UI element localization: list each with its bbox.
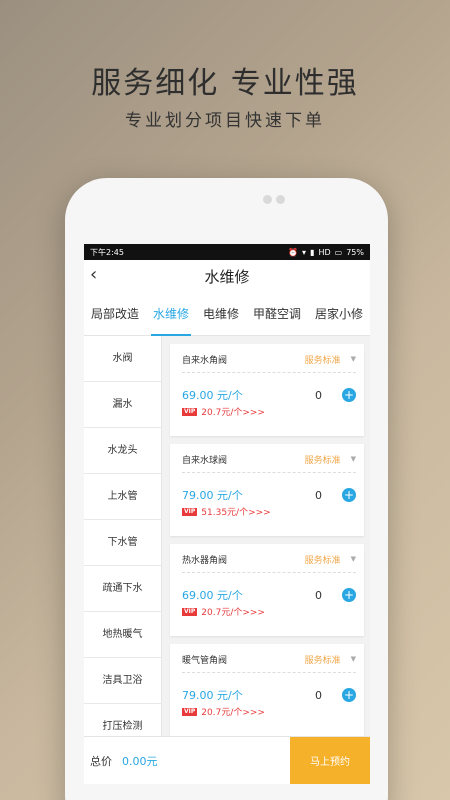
tab-local-renovation[interactable]: 局部改造 bbox=[91, 292, 139, 336]
category-tabs: 局部改造 水维修 电维修 甲醛空调 居家小修 bbox=[84, 292, 370, 336]
battery-level: 75% bbox=[346, 247, 364, 257]
promo-subline: 专业划分项目快速下单 bbox=[125, 111, 325, 131]
vip-badge: VIP bbox=[182, 507, 198, 516]
title-bar: ‹ 水维修 bbox=[84, 260, 370, 292]
sidebar-item-unclog-drain[interactable]: 疏通下水 bbox=[84, 566, 161, 612]
network-label: HD bbox=[318, 247, 331, 257]
chevron-down-icon: ▼ bbox=[350, 655, 356, 663]
service-card: 暖气管角阀 服务标准 ▼ 79.00 元/个 0 + VIP 20.7元/个>>… bbox=[170, 644, 364, 736]
quantity-value: 0 bbox=[315, 388, 322, 402]
vip-badge: VIP bbox=[182, 707, 198, 716]
tab-water-repair[interactable]: 水维修 bbox=[150, 292, 192, 336]
service-name: 自来水角阀 bbox=[182, 355, 228, 366]
promo-headline: 服务细化 专业性强 bbox=[91, 66, 359, 101]
checkout-bar: 总价 0.00元 马上预约 bbox=[84, 736, 370, 784]
service-standard-label: 服务标准 bbox=[304, 655, 341, 666]
service-price: 79.00 元/个 bbox=[182, 489, 243, 502]
service-name: 暖气管角阀 bbox=[182, 655, 228, 666]
chevron-left-icon[interactable]: ‹ bbox=[90, 264, 97, 285]
add-quantity-button[interactable]: + bbox=[342, 488, 356, 502]
service-name: 热水器角阀 bbox=[182, 555, 228, 566]
service-price: 69.00 元/个 bbox=[182, 389, 243, 402]
total-label: 总价 bbox=[90, 754, 112, 768]
chevron-down-icon: ▼ bbox=[350, 455, 356, 463]
service-standard-toggle[interactable]: 服务标准 ▼ bbox=[305, 453, 356, 466]
vip-price-link[interactable]: 20.7元/个>>> bbox=[201, 705, 265, 718]
quantity-value: 0 bbox=[315, 588, 322, 602]
divider bbox=[182, 372, 356, 373]
service-card: 热水器角阀 服务标准 ▼ 69.00 元/个 0 + VIP 20.7元/个>>… bbox=[170, 544, 364, 636]
sidebar-item-sanitary[interactable]: 洁具卫浴 bbox=[84, 658, 161, 704]
book-now-button[interactable]: 马上预约 bbox=[290, 736, 370, 784]
status-icons: ⏰ ▾ ▮ HD ▭ 75% bbox=[288, 248, 364, 257]
service-list: 自来水角阀 服务标准 ▼ 69.00 元/个 0 + VIP 20.7元/个>>… bbox=[162, 336, 370, 740]
alarm-icon: ⏰ bbox=[288, 247, 299, 257]
vip-badge: VIP bbox=[182, 407, 198, 416]
service-standard-label: 服务标准 bbox=[304, 355, 341, 366]
tab-electric-repair[interactable]: 电维修 bbox=[203, 292, 239, 336]
vip-price-link[interactable]: 51.35元/个>>> bbox=[201, 505, 270, 518]
tab-home-repair[interactable]: 居家小修 bbox=[315, 292, 363, 336]
total-value: 0.00元 bbox=[122, 754, 158, 768]
phone-speaker bbox=[263, 195, 285, 204]
service-standard-toggle[interactable]: 服务标准 ▼ bbox=[305, 353, 356, 366]
divider bbox=[182, 472, 356, 473]
sidebar-item-faucet[interactable]: 水龙头 bbox=[84, 428, 161, 474]
status-bar: 下午2:45 ⏰ ▾ ▮ HD ▭ 75% bbox=[84, 244, 370, 260]
chevron-down-icon: ▼ bbox=[350, 355, 356, 363]
quantity-value: 0 bbox=[315, 688, 322, 702]
service-card: 自来水球阀 服务标准 ▼ 79.00 元/个 0 + VIP 51.35元/个>… bbox=[170, 444, 364, 536]
divider bbox=[182, 672, 356, 673]
wifi-icon: ▾ bbox=[302, 247, 307, 257]
service-name: 自来水球阀 bbox=[182, 455, 228, 466]
page-title: 水维修 bbox=[204, 267, 250, 286]
sidebar-item-valve[interactable]: 水阀 bbox=[84, 336, 161, 382]
add-quantity-button[interactable]: + bbox=[342, 588, 356, 602]
content-body: 水阀 漏水 水龙头 上水管 下水管 疏通下水 地热暖气 洁具卫浴 打压检测 自来… bbox=[84, 336, 370, 750]
service-standard-toggle[interactable]: 服务标准 ▼ bbox=[305, 553, 356, 566]
sidebar-item-floor-heating[interactable]: 地热暖气 bbox=[84, 612, 161, 658]
service-price: 79.00 元/个 bbox=[182, 689, 243, 702]
service-standard-label: 服务标准 bbox=[304, 555, 341, 566]
divider bbox=[182, 572, 356, 573]
vip-badge: VIP bbox=[182, 607, 198, 616]
app-screen: 下午2:45 ⏰ ▾ ▮ HD ▭ 75% ‹ 水维修 局部改造 水维修 电维修… bbox=[84, 244, 370, 784]
status-time: 下午2:45 bbox=[90, 247, 124, 257]
add-quantity-button[interactable]: + bbox=[342, 388, 356, 402]
service-standard-toggle[interactable]: 服务标准 ▼ bbox=[305, 653, 356, 666]
sidebar-item-drain-pipe[interactable]: 下水管 bbox=[84, 520, 161, 566]
chevron-down-icon: ▼ bbox=[350, 555, 356, 563]
signal-icon: ▮ bbox=[310, 247, 315, 257]
service-card: 自来水角阀 服务标准 ▼ 69.00 元/个 0 + VIP 20.7元/个>>… bbox=[170, 344, 364, 436]
sidebar-item-supply-pipe[interactable]: 上水管 bbox=[84, 474, 161, 520]
vip-price-link[interactable]: 20.7元/个>>> bbox=[201, 605, 265, 618]
service-price: 69.00 元/个 bbox=[182, 589, 243, 602]
sidebar-item-leak[interactable]: 漏水 bbox=[84, 382, 161, 428]
service-standard-label: 服务标准 bbox=[304, 455, 341, 466]
tab-formaldehyde-ac[interactable]: 甲醛空调 bbox=[253, 292, 301, 336]
battery-icon: ▭ bbox=[334, 247, 343, 257]
sidebar: 水阀 漏水 水龙头 上水管 下水管 疏通下水 地热暖气 洁具卫浴 打压检测 bbox=[84, 336, 162, 750]
vip-price-link[interactable]: 20.7元/个>>> bbox=[201, 405, 265, 418]
quantity-value: 0 bbox=[315, 488, 322, 502]
add-quantity-button[interactable]: + bbox=[342, 688, 356, 702]
